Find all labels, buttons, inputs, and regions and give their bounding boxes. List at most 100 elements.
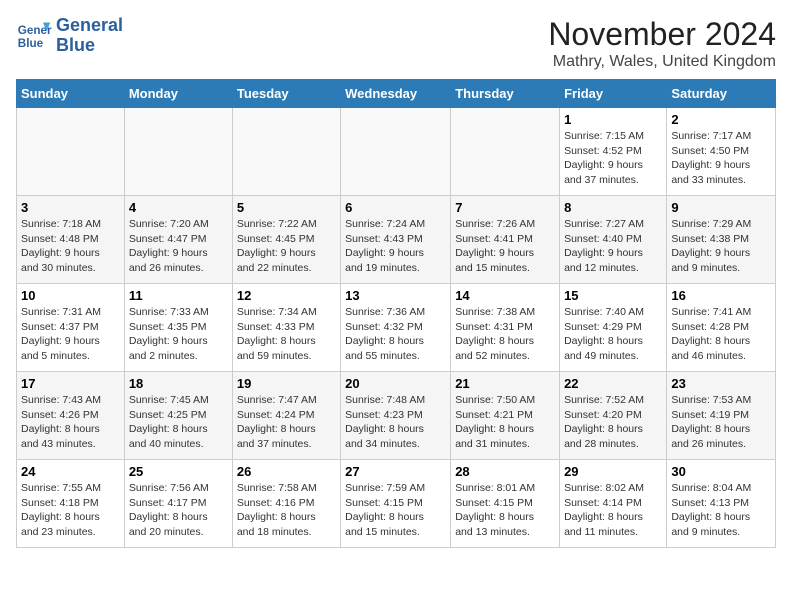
logo: General Blue General Blue bbox=[16, 16, 123, 56]
page-subtitle: Mathry, Wales, United Kingdom bbox=[548, 53, 776, 71]
day-info: Sunrise: 7:24 AM Sunset: 4:43 PM Dayligh… bbox=[345, 217, 446, 276]
calendar-cell: 10 Sunrise: 7:31 AM Sunset: 4:37 PM Dayli… bbox=[17, 284, 125, 372]
day-info: Sunrise: 7:31 AM Sunset: 4:37 PM Dayligh… bbox=[21, 305, 120, 364]
day-info: Sunrise: 7:29 AM Sunset: 4:38 PM Dayligh… bbox=[671, 217, 771, 276]
calendar-cell: 25 Sunrise: 7:56 AM Sunset: 4:17 PM Dayli… bbox=[124, 460, 232, 548]
calendar-cell: 6Sunrise: 7:24 AM Sunset: 4:43 PM Daylig… bbox=[341, 196, 451, 284]
day-number: 29 bbox=[564, 464, 662, 479]
day-info: Sunrise: 7:20 AM Sunset: 4:47 PM Dayligh… bbox=[129, 217, 228, 276]
day-number: 22 bbox=[564, 376, 662, 391]
day-number: 3 bbox=[21, 200, 120, 215]
calendar-cell: 30 Sunrise: 8:04 AM Sunset: 4:13 PM Dayli… bbox=[667, 460, 776, 548]
day-number: 14 bbox=[455, 288, 555, 303]
day-number: 2 bbox=[671, 112, 771, 127]
calendar-header-wednesday: Wednesday bbox=[341, 80, 451, 108]
day-number: 19 bbox=[237, 376, 336, 391]
calendar-header-monday: Monday bbox=[124, 80, 232, 108]
day-info: Sunrise: 7:17 AM Sunset: 4:50 PM Dayligh… bbox=[671, 129, 771, 188]
day-number: 30 bbox=[671, 464, 771, 479]
day-info: Sunrise: 7:26 AM Sunset: 4:41 PM Dayligh… bbox=[455, 217, 555, 276]
calendar-cell bbox=[232, 108, 340, 196]
calendar-cell: 14 Sunrise: 7:38 AM Sunset: 4:31 PM Dayli… bbox=[451, 284, 560, 372]
logo-icon: General Blue bbox=[16, 18, 52, 54]
calendar-cell: 23Sunrise: 7:53 AM Sunset: 4:19 PM Dayli… bbox=[667, 372, 776, 460]
day-number: 16 bbox=[671, 288, 771, 303]
calendar-cell: 20 Sunrise: 7:48 AM Sunset: 4:23 PM Dayli… bbox=[341, 372, 451, 460]
day-info: Sunrise: 7:56 AM Sunset: 4:17 PM Dayligh… bbox=[129, 481, 228, 540]
day-info: Sunrise: 7:33 AM Sunset: 4:35 PM Dayligh… bbox=[129, 305, 228, 364]
day-info: Sunrise: 7:34 AM Sunset: 4:33 PM Dayligh… bbox=[237, 305, 336, 364]
day-number: 18 bbox=[129, 376, 228, 391]
day-number: 17 bbox=[21, 376, 120, 391]
day-info: Sunrise: 7:27 AM Sunset: 4:40 PM Dayligh… bbox=[564, 217, 662, 276]
day-info: Sunrise: 8:02 AM Sunset: 4:14 PM Dayligh… bbox=[564, 481, 662, 540]
day-info: Sunrise: 7:15 AM Sunset: 4:52 PM Dayligh… bbox=[564, 129, 662, 188]
calendar-cell: 5 Sunrise: 7:22 AM Sunset: 4:45 PM Daylig… bbox=[232, 196, 340, 284]
calendar-cell: 21Sunrise: 7:50 AM Sunset: 4:21 PM Dayli… bbox=[451, 372, 560, 460]
calendar-cell: 1 Sunrise: 7:15 AM Sunset: 4:52 PM Daylig… bbox=[560, 108, 667, 196]
day-number: 24 bbox=[21, 464, 120, 479]
day-info: Sunrise: 7:18 AM Sunset: 4:48 PM Dayligh… bbox=[21, 217, 120, 276]
calendar-cell: 9 Sunrise: 7:29 AM Sunset: 4:38 PM Daylig… bbox=[667, 196, 776, 284]
calendar-table: SundayMondayTuesdayWednesdayThursdayFrid… bbox=[16, 79, 776, 548]
logo-text: General Blue bbox=[56, 16, 123, 56]
calendar-cell bbox=[17, 108, 125, 196]
calendar-cell: 28 Sunrise: 8:01 AM Sunset: 4:15 PM Dayli… bbox=[451, 460, 560, 548]
day-info: Sunrise: 7:38 AM Sunset: 4:31 PM Dayligh… bbox=[455, 305, 555, 364]
calendar-header-row: SundayMondayTuesdayWednesdayThursdayFrid… bbox=[17, 80, 776, 108]
day-info: Sunrise: 7:58 AM Sunset: 4:16 PM Dayligh… bbox=[237, 481, 336, 540]
calendar-header-tuesday: Tuesday bbox=[232, 80, 340, 108]
calendar-cell: 8 Sunrise: 7:27 AM Sunset: 4:40 PM Daylig… bbox=[560, 196, 667, 284]
calendar-header-friday: Friday bbox=[560, 80, 667, 108]
svg-text:Blue: Blue bbox=[18, 37, 44, 50]
day-info: Sunrise: 7:41 AM Sunset: 4:28 PM Dayligh… bbox=[671, 305, 771, 364]
calendar-header-saturday: Saturday bbox=[667, 80, 776, 108]
day-number: 10 bbox=[21, 288, 120, 303]
day-number: 26 bbox=[237, 464, 336, 479]
title-area: November 2024 Mathry, Wales, United King… bbox=[548, 16, 776, 71]
page-title: November 2024 bbox=[548, 16, 776, 53]
calendar-cell: 12Sunrise: 7:34 AM Sunset: 4:33 PM Dayli… bbox=[232, 284, 340, 372]
calendar-cell: 18 Sunrise: 7:45 AM Sunset: 4:25 PM Dayli… bbox=[124, 372, 232, 460]
calendar-cell: 7Sunrise: 7:26 AM Sunset: 4:41 PM Daylig… bbox=[451, 196, 560, 284]
day-info: Sunrise: 7:52 AM Sunset: 4:20 PM Dayligh… bbox=[564, 393, 662, 452]
calendar-cell bbox=[451, 108, 560, 196]
calendar-week-3: 10 Sunrise: 7:31 AM Sunset: 4:37 PM Dayli… bbox=[17, 284, 776, 372]
day-number: 23 bbox=[671, 376, 771, 391]
day-number: 1 bbox=[564, 112, 662, 127]
calendar-cell: 4 Sunrise: 7:20 AM Sunset: 4:47 PM Daylig… bbox=[124, 196, 232, 284]
calendar-cell: 17Sunrise: 7:43 AM Sunset: 4:26 PM Dayli… bbox=[17, 372, 125, 460]
day-number: 20 bbox=[345, 376, 446, 391]
calendar-cell: 3 Sunrise: 7:18 AM Sunset: 4:48 PM Daylig… bbox=[17, 196, 125, 284]
calendar-week-2: 3 Sunrise: 7:18 AM Sunset: 4:48 PM Daylig… bbox=[17, 196, 776, 284]
calendar-cell: 27Sunrise: 7:59 AM Sunset: 4:15 PM Dayli… bbox=[341, 460, 451, 548]
day-info: Sunrise: 7:47 AM Sunset: 4:24 PM Dayligh… bbox=[237, 393, 336, 452]
day-info: Sunrise: 7:22 AM Sunset: 4:45 PM Dayligh… bbox=[237, 217, 336, 276]
day-number: 21 bbox=[455, 376, 555, 391]
day-number: 9 bbox=[671, 200, 771, 215]
calendar-cell: 29 Sunrise: 8:02 AM Sunset: 4:14 PM Dayli… bbox=[560, 460, 667, 548]
calendar-cell: 19 Sunrise: 7:47 AM Sunset: 4:24 PM Dayli… bbox=[232, 372, 340, 460]
day-info: Sunrise: 7:40 AM Sunset: 4:29 PM Dayligh… bbox=[564, 305, 662, 364]
day-number: 25 bbox=[129, 464, 228, 479]
calendar-cell: 22 Sunrise: 7:52 AM Sunset: 4:20 PM Dayli… bbox=[560, 372, 667, 460]
day-number: 5 bbox=[237, 200, 336, 215]
calendar-week-5: 24Sunrise: 7:55 AM Sunset: 4:18 PM Dayli… bbox=[17, 460, 776, 548]
day-number: 8 bbox=[564, 200, 662, 215]
day-number: 28 bbox=[455, 464, 555, 479]
day-info: Sunrise: 7:45 AM Sunset: 4:25 PM Dayligh… bbox=[129, 393, 228, 452]
calendar-header-thursday: Thursday bbox=[451, 80, 560, 108]
calendar-cell bbox=[124, 108, 232, 196]
calendar-cell: 11Sunrise: 7:33 AM Sunset: 4:35 PM Dayli… bbox=[124, 284, 232, 372]
day-number: 4 bbox=[129, 200, 228, 215]
calendar-week-4: 17Sunrise: 7:43 AM Sunset: 4:26 PM Dayli… bbox=[17, 372, 776, 460]
day-info: Sunrise: 7:36 AM Sunset: 4:32 PM Dayligh… bbox=[345, 305, 446, 364]
calendar-cell: 26 Sunrise: 7:58 AM Sunset: 4:16 PM Dayli… bbox=[232, 460, 340, 548]
day-info: Sunrise: 7:48 AM Sunset: 4:23 PM Dayligh… bbox=[345, 393, 446, 452]
day-info: Sunrise: 8:01 AM Sunset: 4:15 PM Dayligh… bbox=[455, 481, 555, 540]
day-info: Sunrise: 8:04 AM Sunset: 4:13 PM Dayligh… bbox=[671, 481, 771, 540]
calendar-cell: 13Sunrise: 7:36 AM Sunset: 4:32 PM Dayli… bbox=[341, 284, 451, 372]
calendar-cell bbox=[341, 108, 451, 196]
header: General Blue General Blue November 2024 … bbox=[16, 16, 776, 71]
day-number: 15 bbox=[564, 288, 662, 303]
